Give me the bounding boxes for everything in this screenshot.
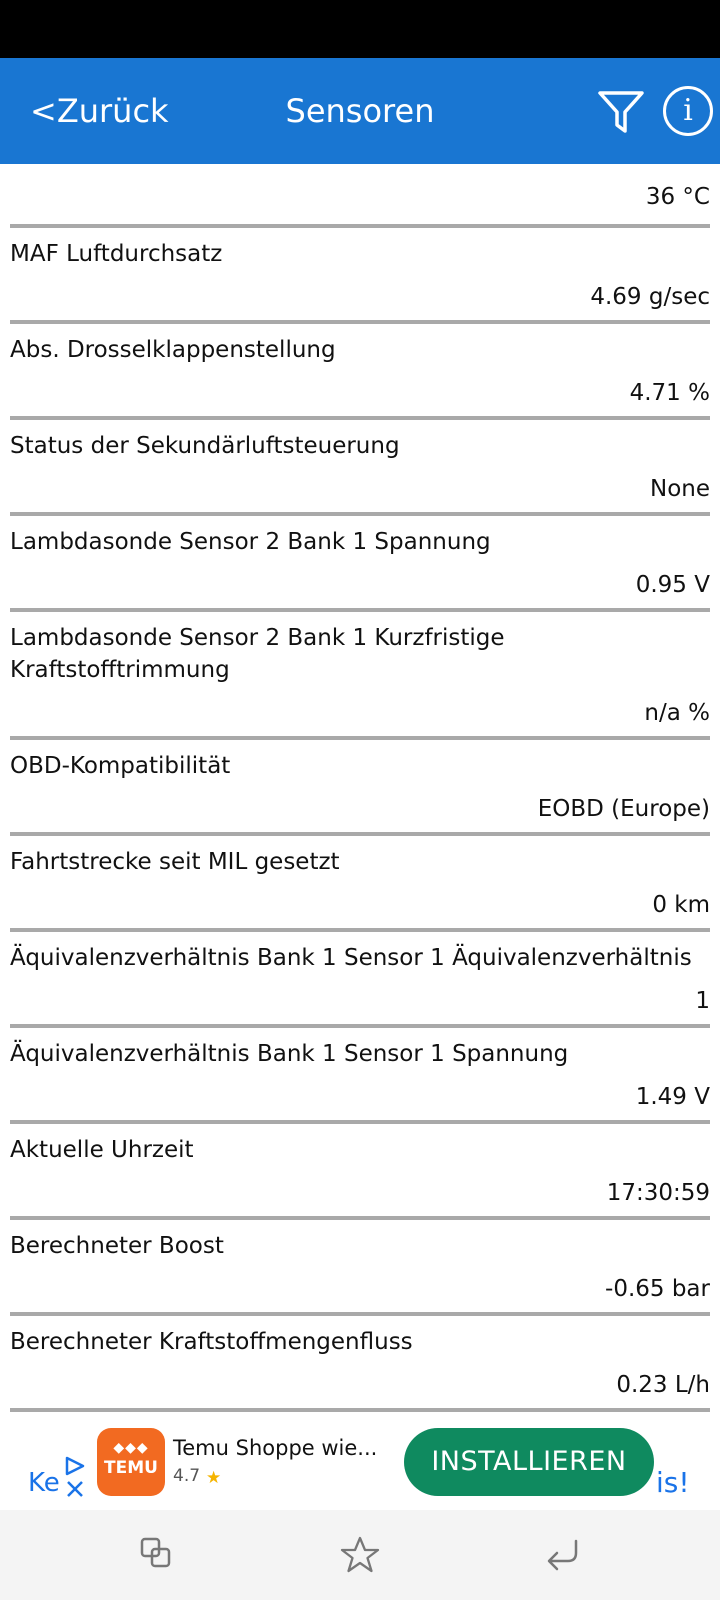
star-icon[interactable]: [340, 1535, 380, 1575]
ad-left-text: Ke: [28, 1468, 60, 1498]
info-icon[interactable]: i: [663, 86, 713, 136]
status-bar: [0, 0, 720, 58]
sensor-row[interactable]: Äquivalenzverhältnis Bank 1 Sensor 1 Äqu…: [0, 932, 720, 1028]
install-button[interactable]: INSTALLIEREN: [404, 1428, 654, 1496]
star-icon: ★: [206, 1468, 222, 1488]
navigation-bar: [0, 1510, 720, 1600]
sensor-label: Äquivalenzverhältnis Bank 1 Sensor 1 Spa…: [10, 1041, 569, 1067]
sensor-value: EOBD (Europe): [537, 796, 710, 822]
ad-rating: 4.7: [173, 1466, 201, 1486]
app-logo-shapes: ◆◆◆: [113, 1440, 149, 1456]
sensor-label: Berechneter Kraftstoffmengenfluss: [10, 1329, 413, 1355]
sensor-label: Lambdasonde Sensor 2 Bank 1 Spannung: [10, 529, 491, 555]
ad-app-name: Temu Shoppe wie...: [173, 1436, 378, 1460]
sensor-row[interactable]: Abs. Drosselklappenstellung 4.71 %: [0, 324, 720, 420]
sensor-label: Fahrtstrecke seit MIL gesetzt: [10, 849, 340, 875]
sensor-label: Lambdasonde Sensor 2 Bank 1 Kurzfristige…: [10, 625, 505, 683]
sensor-row[interactable]: 36 °C: [0, 164, 720, 228]
sensor-row[interactable]: MAF Luftdurchsatz 4.69 g/sec: [0, 228, 720, 324]
sensor-value: 0.23 L/h: [616, 1372, 710, 1398]
row-divider: [10, 1408, 710, 1412]
sensor-row[interactable]: Fahrtstrecke seit MIL gesetzt 0 km: [0, 836, 720, 932]
sensor-label: Abs. Drosselklappenstellung: [10, 337, 336, 363]
ad-choices-icon[interactable]: [64, 1456, 86, 1476]
sensor-value: 1.49 V: [635, 1084, 710, 1110]
app-header: <Zurück Sensoren i: [0, 58, 720, 164]
sensor-row[interactable]: Lambdasonde Sensor 2 Bank 1 Kurzfristige…: [0, 612, 720, 740]
app-logo-text: TEMU: [104, 1458, 158, 1478]
sensor-value: 36 °C: [645, 184, 710, 210]
sensor-label: Berechneter Boost: [10, 1233, 224, 1259]
sensor-value: 0.95 V: [635, 572, 710, 598]
back-button[interactable]: <Zurück: [30, 58, 169, 164]
sensor-list: 36 °C MAF Luftdurchsatz 4.69 g/sec Abs. Dro…: [0, 164, 720, 1428]
sensor-row[interactable]: Status der Sekundärluftsteuerung None: [0, 420, 720, 516]
sensor-label: Status der Sekundärluftsteuerung: [10, 433, 400, 459]
sensor-value: 1: [695, 988, 710, 1014]
ad-banner[interactable]: Ke ◆◆◆ TEMU Temu Shoppe wie... 4.7 ★ INS…: [0, 1428, 720, 1510]
sensor-label: Äquivalenzverhältnis Bank 1 Sensor 1 Äqu…: [10, 945, 692, 971]
filter-icon[interactable]: [596, 87, 646, 137]
close-icon[interactable]: [66, 1480, 84, 1498]
sensor-value: None: [649, 476, 710, 502]
sensor-row[interactable]: Berechneter Kraftstoffmengenfluss 0.23 L/…: [0, 1316, 720, 1412]
sensor-row[interactable]: Berechneter Boost -0.65 bar: [0, 1220, 720, 1316]
sensor-value: 17:30:59: [606, 1180, 710, 1206]
sensor-value: 4.71 %: [629, 380, 710, 406]
back-arrow-icon[interactable]: [542, 1535, 582, 1575]
sensor-value: n/a %: [644, 700, 710, 726]
sensor-label: MAF Luftdurchsatz: [10, 241, 223, 267]
sensor-row[interactable]: Aktuelle Uhrzeit 17:30:59: [0, 1124, 720, 1220]
sensor-row[interactable]: Lambdasonde Sensor 2 Bank 1 Spannung 0.95…: [0, 516, 720, 612]
sensor-label: OBD-Kompatibilität: [10, 753, 231, 779]
sensor-row[interactable]: Äquivalenzverhältnis Bank 1 Sensor 1 Spa…: [0, 1028, 720, 1124]
ad-tail-text: is!: [656, 1466, 690, 1499]
sensor-label: Aktuelle Uhrzeit: [10, 1137, 194, 1163]
sensor-value: -0.65 bar: [605, 1276, 710, 1302]
temu-app-icon[interactable]: ◆◆◆ TEMU: [97, 1428, 165, 1496]
sensor-row[interactable]: OBD-Kompatibilität EOBD (Europe): [0, 740, 720, 836]
recent-apps-icon[interactable]: [138, 1535, 178, 1575]
sensor-value: 0 km: [652, 892, 710, 918]
sensor-value: 4.69 g/sec: [590, 284, 710, 310]
